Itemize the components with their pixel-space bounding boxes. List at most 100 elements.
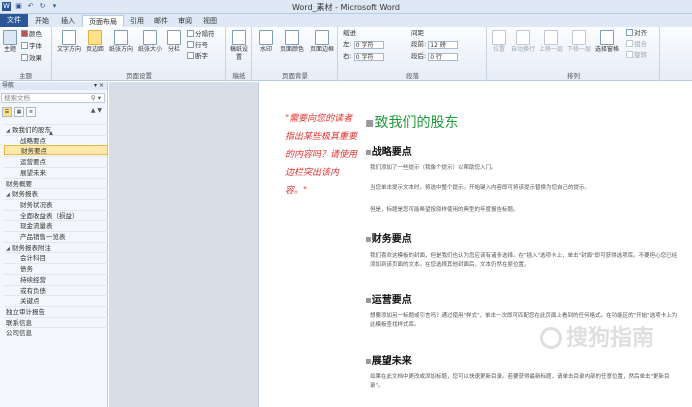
nav-tree-item[interactable]: 持续经营 (4, 273, 108, 284)
effects-icon (21, 54, 28, 61)
selection-pane-button[interactable]: 选择窗格 (594, 30, 620, 54)
indent-label: 缩进 (343, 29, 356, 37)
nav-tree-item[interactable]: 战略要点 (4, 134, 108, 145)
theme-effects-button[interactable]: 效果 (21, 54, 42, 63)
section-heading-operations[interactable]: ▪运营要点 (365, 291, 412, 306)
breaks-button[interactable]: 分隔符 (187, 30, 215, 39)
nav-tree-item[interactable]: 或有负债 (4, 284, 108, 295)
tab-mailings[interactable]: 邮件 (149, 15, 173, 27)
para-strategy-2[interactable]: 当您单击提示文本时，将选中整个提示。开始键入内容即可将该提示替换为您自己的提示。 (370, 184, 682, 193)
text-direction-button[interactable]: 文字方向 (56, 30, 82, 54)
nav-tree-item[interactable]: ◢ 财务报表 (4, 188, 108, 198)
nav-tree-item[interactable]: 现金流量表 (4, 220, 108, 230)
orientation-button[interactable]: 纸张方向 (108, 30, 134, 54)
group-button[interactable]: 组合 (626, 40, 647, 49)
nav-tree-item[interactable]: 公司信息 (4, 327, 108, 337)
nav-tree-item[interactable]: 财务状况表 (4, 198, 108, 209)
paper-settings-button[interactable]: 稿纸设置 (230, 30, 248, 62)
window-title: Word_素材 - Microsoft Word (291, 3, 401, 12)
nav-tree-label: 财务报表附注 (12, 243, 51, 252)
tab-home[interactable]: 开始 (30, 15, 54, 27)
search-icon[interactable]: ⚲ ▾ (91, 94, 101, 103)
ribbon-tabs: 文件 开始 插入 页面布局 引用 邮件 审阅 视图 (0, 14, 692, 41)
nav-search-input[interactable]: 搜索文档 ⚲ ▾ (1, 93, 105, 103)
margins-button[interactable]: 页边距 (84, 30, 106, 54)
position-button[interactable]: 位置 (490, 30, 508, 54)
nav-tree-item[interactable]: 产品销售一览表 (4, 231, 108, 241)
tab-page-layout[interactable]: 页面布局 (82, 15, 124, 27)
align-icon (626, 29, 633, 36)
columns-button[interactable]: 分栏 (165, 30, 183, 54)
nav-tree-item[interactable]: 会计科目 (4, 252, 108, 262)
nav-tree-label: 持续经营 (20, 275, 46, 284)
send-backward-button[interactable]: 下移一层 (566, 30, 592, 54)
nav-tree-item[interactable]: 债务 (4, 263, 108, 273)
bring-forward-button[interactable]: 上移一层 (538, 30, 564, 54)
nav-tree-item[interactable]: ◢ 致我们的股东 (4, 124, 108, 134)
page-color-icon (285, 30, 299, 45)
line-numbers-button[interactable]: 行号 (187, 41, 208, 50)
section-heading-outlook[interactable]: ▪展望未来 (365, 352, 412, 367)
hyphenation-button[interactable]: 断字 (187, 52, 208, 61)
group-paragraph: 缩进 间距 左: 0 字符 右: 0 字符 段前: 12 磅 段后: 0 行 段… (339, 27, 487, 81)
nav-results-tab[interactable]: ≡ (26, 107, 36, 117)
group-label-theme: 主题 (19, 72, 32, 80)
para-outlook-1[interactable]: 如果在此文档中更改或添加标题，您可以快速更新目录。若要获得最新标题，请单击目录内… (370, 373, 682, 391)
spacing-after-input[interactable]: 0 行 (428, 53, 459, 61)
selection-pane-icon (600, 30, 614, 45)
nav-headings-tab[interactable]: ☰ (2, 107, 12, 117)
spacing-after: 段后: 0 行 (411, 52, 459, 61)
sidebar-quote[interactable]: "需要向您的读者指出某些极其重要的内容吗？请使用边栏突出该内容。" (285, 110, 357, 200)
paper-size-icon (143, 30, 157, 45)
para-finance-1[interactable]: 我们喜欢这模板的封面，但是我们也认为您应该有诸多选择。在"插入"选项卡上，单击"… (370, 252, 682, 270)
page-color-button[interactable]: 页面颜色 (278, 30, 306, 54)
tab-references[interactable]: 引用 (125, 15, 149, 27)
theme-fonts-button[interactable]: 字体 (21, 42, 42, 51)
nav-tree-item[interactable]: 独立审计报告 (4, 305, 108, 316)
hyphenation-icon (187, 52, 194, 59)
nav-tree-item[interactable]: 关键点 (4, 295, 108, 305)
indent-right-input[interactable]: 0 字符 (353, 53, 384, 61)
nav-tree-item[interactable]: 财务概要 (4, 177, 108, 188)
align-button[interactable]: 对齐 (626, 29, 647, 38)
group-label-paragraph: 段落 (406, 72, 419, 80)
section-heading-strategy[interactable]: ▪战略要点 (365, 143, 412, 158)
nav-tree-item[interactable]: 展望未来 (4, 166, 108, 177)
spacing-before-input[interactable]: 12 磅 (428, 41, 459, 49)
tab-file[interactable]: 文件 (0, 14, 28, 27)
spacing-label: 间距 (411, 29, 424, 37)
tab-view[interactable]: 视图 (198, 15, 222, 27)
group-paper: 稿纸设置 稿纸 (227, 27, 252, 81)
nav-tree-item[interactable]: ◢ 财务报表附注 (4, 241, 108, 252)
indent-left-input[interactable]: 0 字符 (353, 41, 384, 49)
page-border-icon (315, 30, 329, 45)
colors-icon (21, 30, 28, 37)
wrap-text-button[interactable]: 自动换行 (510, 30, 536, 54)
tab-insert[interactable]: 插入 (56, 15, 80, 27)
group-label-arrange: 排列 (567, 72, 580, 80)
nav-tree-item[interactable]: 全面收益表（损益） (4, 209, 108, 220)
para-strategy-1[interactable]: 我们添加了一些提示（我像个提示）以帮助您入门。 (370, 164, 682, 173)
nav-tree-label: 独立审计报告 (6, 307, 45, 316)
nav-tree-label: 财务要点 (21, 147, 47, 156)
nav-pages-tab[interactable]: ▦ (14, 107, 24, 117)
nav-tree-item[interactable]: 财务要点 (4, 145, 108, 156)
rotate-button[interactable]: 旋转 (626, 51, 647, 60)
nav-arrows[interactable]: ▲ ▼ (91, 107, 102, 114)
doc-heading[interactable]: ▪致我们的股东 (365, 112, 459, 132)
nav-tree-label: 会计科目 (20, 254, 46, 263)
paper-size-button[interactable]: 纸张大小 (137, 30, 163, 54)
para-strategy-3[interactable]: 但是，标题是您可能希望按原样使用的典型的年度报告标题。 (370, 206, 682, 215)
page-border-button[interactable]: 页面边框 (308, 30, 336, 54)
tab-review[interactable]: 审阅 (173, 15, 197, 27)
watermark-button[interactable]: 水印 (256, 30, 276, 54)
nav-tree-item[interactable]: 联系信息 (4, 316, 108, 327)
theme-colors-button[interactable]: 颜色 (21, 30, 42, 39)
nav-tree-item[interactable]: 运营要点 (4, 156, 108, 166)
close-icon[interactable]: ▾ × (94, 82, 104, 90)
columns-icon (167, 30, 181, 45)
theme-button[interactable]: 主题 (1, 30, 19, 54)
section-heading-finance[interactable]: ▪财务要点 (365, 230, 412, 245)
paper-icon (232, 30, 246, 45)
nav-tree-label: 产品销售一览表 (20, 233, 66, 241)
